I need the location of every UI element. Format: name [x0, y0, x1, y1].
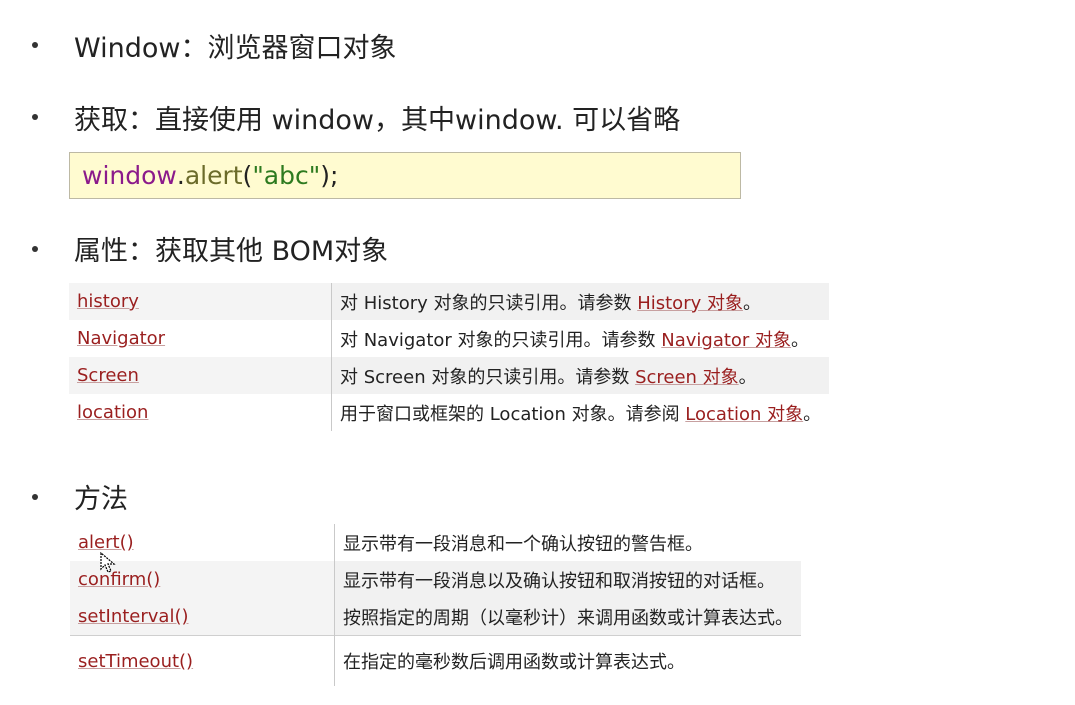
desc-text: 用于窗口或框架的 Location 对象。请参阅 — [340, 403, 686, 425]
table-row: confirm() 显示带有一段消息以及确认按钮和取消按钮的对话框。 — [70, 561, 801, 598]
code-example: window. alert("abc"); — [69, 152, 741, 199]
method-desc: 在指定的毫秒数后调用函数或计算表达式。 — [334, 635, 801, 686]
property-desc: 对 History 对象的只读引用。请参数 History 对象。 — [331, 283, 830, 320]
doc-link[interactable]: History 对象 — [637, 293, 743, 314]
desc-text: 对 Navigator 对象的只读引用。请参数 — [340, 329, 662, 351]
method-link-setinterval[interactable]: setInterval() — [70, 598, 335, 636]
code-open-paren: ( — [242, 161, 253, 190]
desc-end: 。 — [791, 329, 810, 351]
property-desc: 用于窗口或框架的 Location 对象。请参阅 Location 对象。 — [331, 394, 830, 431]
heading-window: Window：浏览器窗口对象 — [74, 33, 397, 64]
desc-text: 对 Screen 对象的只读引用。请参数 — [340, 366, 636, 388]
method-desc: 显示带有一段消息以及确认按钮和取消按钮的对话框。 — [334, 561, 801, 598]
desc-text: 对 History 对象的只读引用。请参数 — [340, 292, 638, 314]
bullet-dot — [32, 246, 38, 252]
method-desc: 显示带有一段消息和一个确认按钮的警告框。 — [334, 524, 801, 561]
table-row: Navigator 对 Navigator 对象的只读引用。请参数 Naviga… — [69, 320, 830, 357]
heading-get: 获取：直接使用 window，其中window. 可以省略 — [74, 105, 681, 136]
property-link-screen[interactable]: Screen — [69, 357, 332, 394]
method-link-settimeout[interactable]: setTimeout() — [70, 635, 335, 686]
properties-table: history 对 History 对象的只读引用。请参数 History 对象… — [69, 283, 830, 431]
desc-end: 。 — [742, 292, 761, 314]
table-row: Screen 对 Screen 对象的只读引用。请参数 Screen 对象。 — [69, 357, 830, 394]
code-string-arg: "abc" — [252, 161, 321, 190]
bullet-dot — [32, 42, 38, 48]
bullet-dot — [32, 114, 38, 120]
desc-end: 。 — [803, 403, 822, 425]
table-row: alert() 显示带有一段消息和一个确认按钮的警告框。 — [70, 524, 801, 561]
heading-properties: 属性：获取其他 BOM对象 — [74, 236, 389, 267]
doc-link[interactable]: Location 对象 — [685, 404, 803, 425]
doc-link[interactable]: Navigator 对象 — [661, 330, 791, 351]
table-row: setInterval() 按照指定的周期（以毫秒计）来调用函数或计算表达式。 — [70, 598, 801, 636]
bullet-dot — [32, 494, 38, 500]
property-desc: 对 Navigator 对象的只读引用。请参数 Navigator 对象。 — [331, 320, 830, 357]
method-desc: 按照指定的周期（以毫秒计）来调用函数或计算表达式。 — [334, 598, 801, 636]
table-row: history 对 History 对象的只读引用。请参数 History 对象… — [69, 283, 830, 320]
table-row: location 用于窗口或框架的 Location 对象。请参阅 Locati… — [69, 394, 830, 431]
code-function: alert — [184, 161, 243, 190]
property-link-location[interactable]: location — [69, 394, 332, 431]
mouse-cursor-icon — [100, 552, 116, 573]
property-link-navigator[interactable]: Navigator — [69, 320, 332, 357]
code-object: window — [82, 161, 177, 190]
desc-end: 。 — [738, 366, 757, 388]
code-dot: . — [176, 161, 185, 190]
methods-table: alert() 显示带有一段消息和一个确认按钮的警告框。 confirm() 显… — [70, 524, 801, 686]
table-row: setTimeout() 在指定的毫秒数后调用函数或计算表达式。 — [70, 635, 801, 686]
heading-methods: 方法 — [74, 484, 128, 515]
property-desc: 对 Screen 对象的只读引用。请参数 Screen 对象。 — [331, 357, 830, 394]
property-link-history[interactable]: history — [69, 283, 332, 320]
code-close: ); — [320, 161, 339, 190]
doc-link[interactable]: Screen 对象 — [635, 367, 739, 388]
